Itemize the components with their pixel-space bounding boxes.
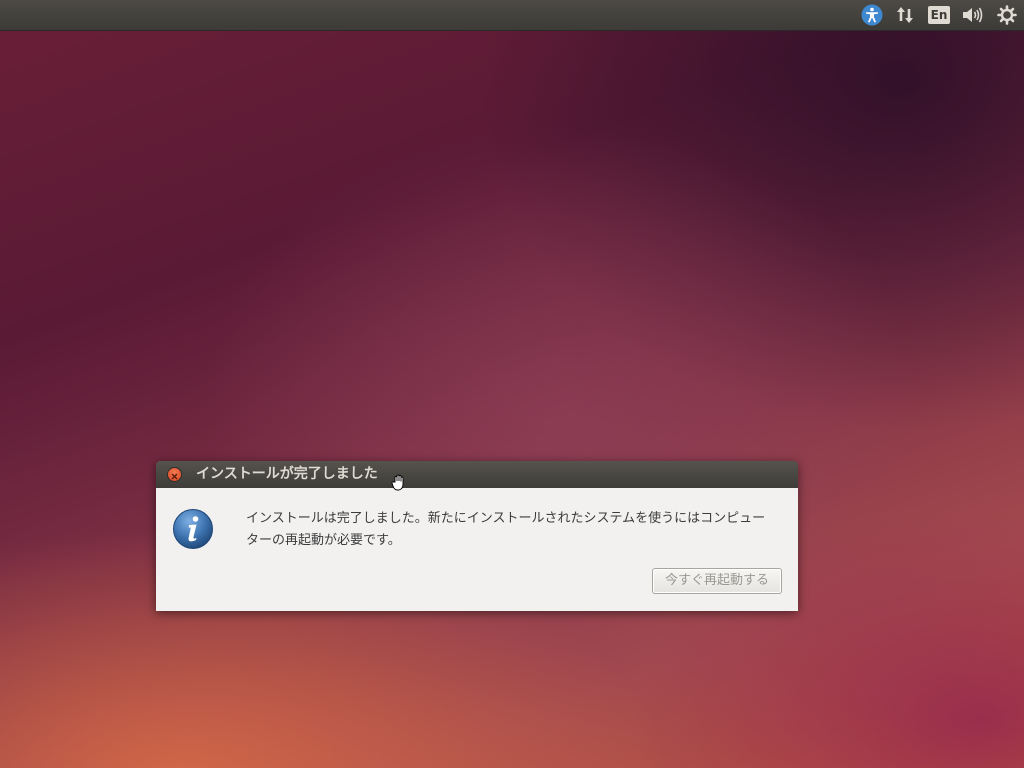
install-complete-dialog: インストールが完了しました インストールは完了しました。新たにインストールされた…: [156, 461, 798, 611]
power-settings-icon[interactable]: [995, 3, 1019, 27]
accessibility-icon[interactable]: [860, 3, 884, 27]
close-icon: [171, 473, 178, 480]
info-icon: [172, 508, 214, 550]
dialog-body: インストールは完了しました。新たにインストールされたシステムを使うにはコンピュー…: [156, 488, 798, 611]
restart-now-button[interactable]: 今すぐ再起動する: [652, 568, 782, 594]
dialog-titlebar[interactable]: インストールが完了しました: [156, 461, 798, 488]
language-indicator: En: [927, 6, 951, 24]
message-line-2: ターの再起動が必要です。: [246, 533, 401, 548]
dialog-message: インストールは完了しました。新たにインストールされたシステムを使うにはコンピュー…: [246, 508, 786, 552]
close-button[interactable]: [167, 467, 182, 482]
hand-cursor-icon: [390, 474, 408, 492]
volume-icon[interactable]: [960, 3, 984, 27]
network-icon[interactable]: [893, 3, 917, 27]
desktop-background: [0, 0, 1024, 768]
keyboard-language-icon[interactable]: En: [927, 3, 951, 27]
message-line-1: インストールは完了しました。新たにインストールされたシステムを使うにはコンピュー: [246, 511, 766, 526]
dialog-title: インストールが完了しました: [196, 466, 378, 482]
top-panel: En: [0, 0, 1024, 31]
